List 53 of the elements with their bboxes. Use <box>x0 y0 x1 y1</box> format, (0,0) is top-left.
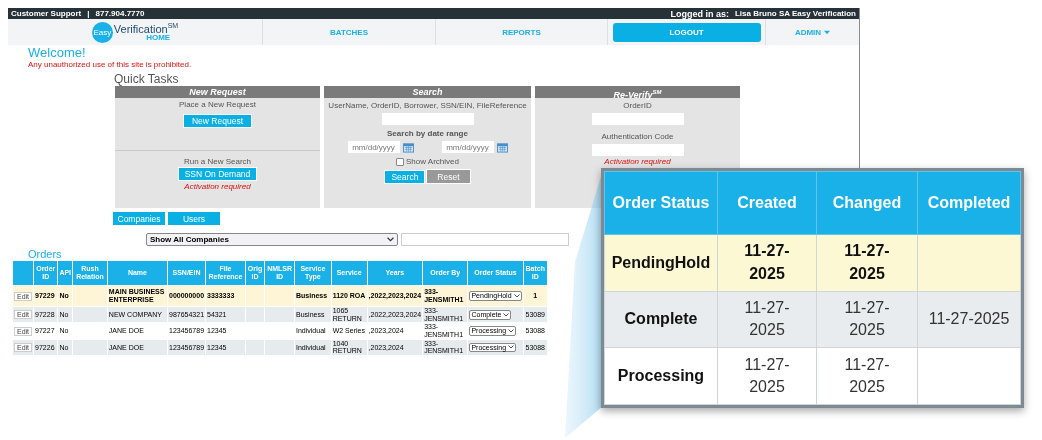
chevron-down-icon <box>387 237 394 242</box>
table-cell: PendingHold <box>604 234 718 292</box>
table-cell: Processing <box>604 347 718 405</box>
show-archived-checkbox[interactable] <box>396 157 405 166</box>
logo-badge: Easy <box>91 21 113 43</box>
separator: | <box>87 9 90 18</box>
section-title: Quick Tasks <box>114 72 179 86</box>
table-cell: 11-27-2025 <box>717 291 817 348</box>
support-label: Customer Support <box>11 9 82 18</box>
chevron-down-icon <box>508 345 515 350</box>
date-to-field[interactable]: mm/dd/yyyy <box>441 141 494 153</box>
support-phone: 877.904.7770 <box>95 9 145 18</box>
filter-field[interactable] <box>401 233 569 246</box>
column-header: Created <box>717 171 817 235</box>
activation-note: Activation required <box>184 182 251 191</box>
field-label: Authentication Code <box>601 132 674 141</box>
panel-header: New Request <box>115 86 320 98</box>
table-cell: 11-27-2025 <box>816 347 918 405</box>
activation-note: Activation required <box>604 157 671 166</box>
checkbox-label: Show Archived <box>406 157 459 166</box>
field-label: OrderID <box>623 101 652 110</box>
caret-icon <box>824 29 831 35</box>
table-cell: 11-27-2025 <box>717 234 817 292</box>
user-name: Lisa Bruno SA Easy Verification <box>734 9 856 18</box>
chevron-down-icon <box>508 329 515 334</box>
calendar-icon[interactable] <box>402 141 414 153</box>
company-dropdown[interactable]: Show All Companies <box>146 233 398 246</box>
date-from-field[interactable]: mm/dd/yyyy <box>347 141 400 153</box>
chevron-down-icon <box>503 312 510 317</box>
panel-header: Search <box>324 86 531 98</box>
logo-name: Verification$^{SM}$ <box>113 21 179 35</box>
calendar-icon[interactable] <box>496 141 508 153</box>
warning-notice: Any unauthorized use of this site is prohibited. <box>28 60 192 69</box>
column-header: Changed <box>816 171 918 235</box>
welcome-title: Welcome! <box>28 45 86 60</box>
panel-caption: Run a New Search <box>183 157 252 166</box>
authentication-code-field[interactable] <box>591 144 684 156</box>
table-cell: Complete <box>604 291 718 348</box>
table-cell: 11-27-2025 <box>816 291 918 348</box>
chevron-down-icon <box>513 294 520 298</box>
section-title: Orders <box>28 248 62 260</box>
search-hint: UserName, OrderID, Borrower, SSN/EIN, FileReference <box>328 101 527 110</box>
column-header: Order Status <box>604 171 718 235</box>
search-field[interactable] <box>381 113 474 125</box>
table-cell: 11-27-2025 <box>917 291 1021 348</box>
table-cell: 11-27-2025 <box>816 234 918 292</box>
panel-caption: Place a New Request <box>179 100 256 109</box>
order-id-field[interactable] <box>591 113 684 125</box>
table-cell: 11-27-2025 <box>717 347 817 405</box>
date-range-label: Search by date range <box>387 129 468 138</box>
panel-header: Re-Verify$^{SM}$ <box>535 86 740 98</box>
column-header: Completed <box>917 171 1021 235</box>
logged-in-label: Logged in as: <box>670 8 729 19</box>
